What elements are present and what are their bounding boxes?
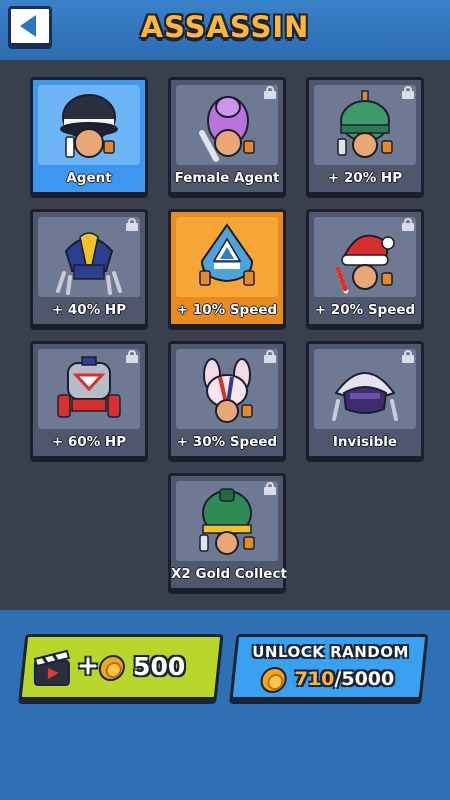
- watch-video-reward-button[interactable]: + 500: [18, 634, 224, 700]
- lock-icon: [402, 86, 414, 99]
- coin-icon: [97, 655, 127, 681]
- skin-label: + 10% Speed: [176, 302, 278, 318]
- top-bar: ASSASSIN: [0, 0, 450, 60]
- lock-icon: [402, 218, 414, 231]
- reward-amount: 500: [133, 652, 186, 681]
- skin-card-female-agent[interactable]: Female Agent: [168, 77, 286, 195]
- skins-panel: Agent Female Agent + 20% HP + 40% HP + 1…: [0, 60, 450, 610]
- plus-sign: +: [77, 651, 99, 681]
- card-art: [176, 217, 278, 297]
- card-art: [314, 217, 416, 297]
- skin-card-40-hp[interactable]: + 40% HP: [30, 209, 148, 327]
- coins-total: 5000: [341, 668, 395, 690]
- card-art: [38, 217, 140, 297]
- skin-label: X2 Gold Collect: [171, 566, 287, 582]
- agent-fedora-character: [60, 94, 118, 158]
- skin-card-20-hp[interactable]: + 20% HP: [306, 77, 424, 195]
- skin-label: + 30% Speed: [176, 434, 278, 450]
- card-art: [176, 481, 278, 561]
- lock-icon: [126, 218, 138, 231]
- card-art: [314, 349, 416, 429]
- card-art: [38, 349, 140, 429]
- page-title: ASSASSIN: [140, 10, 310, 44]
- skin-card-agent[interactable]: Agent: [30, 77, 148, 195]
- skin-label: + 20% Speed: [314, 302, 416, 318]
- coins-current: 710: [294, 668, 335, 690]
- purple-ninja-character: [332, 372, 398, 421]
- bomb-helmet-character: [337, 90, 393, 158]
- card-art: [38, 85, 140, 165]
- skin-label: Female Agent: [174, 170, 280, 186]
- skin-label: + 40% HP: [51, 302, 127, 318]
- card-art: [314, 85, 416, 165]
- green-cap-character: [199, 488, 255, 555]
- bunny-character: [203, 358, 253, 423]
- coin-progress: 710/5000: [295, 668, 395, 690]
- skin-card-x2-gold[interactable]: X2 Gold Collect: [168, 473, 287, 591]
- lock-icon: [126, 350, 138, 363]
- skin-label: Invisible: [332, 434, 398, 450]
- lock-icon: [264, 86, 276, 99]
- video-clapper-icon: [33, 649, 71, 686]
- blue-hood-character: [199, 223, 255, 286]
- skin-card-invisible[interactable]: Invisible: [306, 341, 424, 459]
- mech-robot-character: [57, 356, 121, 418]
- card-art: [176, 85, 278, 165]
- female-agent-character: [199, 96, 255, 162]
- skin-card-10-speed[interactable]: + 10% Speed: [168, 209, 286, 327]
- skin-label: + 20% HP: [327, 170, 403, 186]
- unlock-random-label: UNLOCK RANDOM: [252, 643, 409, 661]
- skin-card-30-speed[interactable]: + 30% Speed: [168, 341, 286, 459]
- skin-label: + 60% HP: [51, 434, 127, 450]
- unlock-random-button[interactable]: UNLOCK RANDOM 710/5000: [229, 634, 429, 700]
- skin-card-20-speed[interactable]: + 20% Speed: [306, 209, 424, 327]
- coins-separator: /: [334, 668, 342, 690]
- lock-icon: [402, 350, 414, 363]
- santa-hat-character: [335, 234, 395, 294]
- skin-card-60-hp[interactable]: + 60% HP: [30, 341, 148, 459]
- lock-icon: [264, 482, 276, 495]
- card-art: [176, 349, 278, 429]
- coin-icon: [259, 667, 288, 693]
- lock-icon: [264, 350, 276, 363]
- visor-robot-character: [56, 232, 122, 295]
- skin-label: Agent: [66, 170, 112, 186]
